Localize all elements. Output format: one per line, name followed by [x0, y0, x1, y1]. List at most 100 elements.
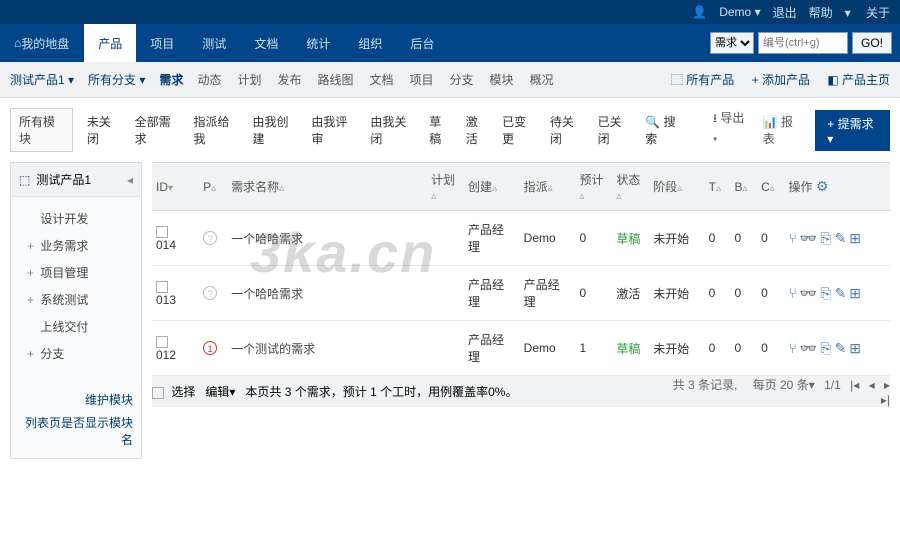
nav-dashboard[interactable]: ⌂ 我的地盘: [0, 24, 84, 62]
row-checkbox[interactable]: [156, 336, 168, 348]
op-split[interactable]: ⊞: [849, 340, 861, 356]
op-copy[interactable]: ⎘: [820, 340, 831, 356]
op-view[interactable]: 👓: [800, 285, 817, 301]
filter-active[interactable]: 激活: [466, 113, 488, 147]
filter-toclose[interactable]: 待关闭: [550, 113, 584, 147]
search-type-select[interactable]: 需求: [710, 32, 754, 54]
tree-item[interactable]: + 系统测试: [11, 286, 141, 313]
select-all-checkbox[interactable]: [152, 387, 164, 399]
logout-link[interactable]: 退出: [773, 4, 797, 21]
col-status[interactable]: 状态▵: [612, 163, 649, 211]
op-edit[interactable]: ✎: [835, 340, 847, 356]
req-name-link[interactable]: 一个哈哈需求: [231, 232, 303, 246]
op-split[interactable]: ⊞: [849, 230, 861, 246]
nav-product[interactable]: 产品: [84, 24, 136, 62]
op-change[interactable]: ⑂: [789, 340, 797, 356]
page-indicator: 1/1: [824, 378, 841, 392]
subnav-overview[interactable]: 概况: [530, 71, 554, 88]
op-copy[interactable]: ⎘: [820, 230, 831, 246]
col-name[interactable]: 需求名称▵: [227, 163, 427, 211]
last-page[interactable]: ▸|: [881, 393, 890, 407]
user-menu[interactable]: 👤Demo ▾: [692, 5, 760, 19]
product-home-link[interactable]: ◧ 产品主页: [827, 73, 890, 87]
filter-all[interactable]: 全部需求: [135, 113, 180, 147]
gear-icon[interactable]: ⚙: [816, 178, 829, 194]
row-checkbox[interactable]: [156, 226, 168, 238]
prev-page[interactable]: ◂: [869, 378, 875, 392]
nav-admin[interactable]: 后台: [396, 24, 448, 62]
row-checkbox[interactable]: [156, 281, 168, 293]
add-requirement-button[interactable]: + 提需求 ▾: [815, 110, 890, 151]
col-estimate[interactable]: 预计▵: [576, 163, 613, 211]
about-link[interactable]: ▾ 关于: [845, 4, 890, 21]
tree-item[interactable]: + 业务需求: [11, 232, 141, 259]
nav-org[interactable]: 组织: [344, 24, 396, 62]
req-name-link[interactable]: 一个哈哈需求: [231, 287, 303, 301]
col-b[interactable]: B▵: [730, 163, 757, 211]
filter-reviewed[interactable]: 由我评审: [311, 113, 356, 147]
add-product-link[interactable]: + 添加产品: [752, 73, 810, 87]
subnav-requirement[interactable]: 需求: [159, 71, 183, 88]
filter-open[interactable]: 未关闭: [87, 113, 121, 147]
search-go-button[interactable]: GO!: [852, 32, 892, 54]
nav-project[interactable]: 项目: [136, 24, 188, 62]
subnav-branch[interactable]: 分支: [450, 71, 474, 88]
filter-draft[interactable]: 草稿: [429, 113, 451, 147]
op-view[interactable]: 👓: [800, 230, 817, 246]
req-name-link[interactable]: 一个测试的需求: [231, 342, 315, 356]
report-button[interactable]: 📊 报表: [763, 113, 802, 147]
sidebar-header[interactable]: ⬚ 测试产品1 ◂: [11, 163, 141, 197]
col-plan[interactable]: 计划▵: [427, 163, 464, 211]
tree-item[interactable]: 设计开发: [11, 205, 141, 232]
first-page[interactable]: |◂: [850, 378, 859, 392]
filter-search[interactable]: 🔍 搜索: [645, 113, 685, 147]
col-creator[interactable]: 创建▵: [464, 163, 520, 211]
product-dropdown[interactable]: 测试产品1 ▾: [10, 71, 74, 88]
nav-doc[interactable]: 文档: [240, 24, 292, 62]
op-copy[interactable]: ⎘: [820, 285, 831, 301]
subnav-module[interactable]: 模块: [490, 71, 514, 88]
op-change[interactable]: ⑂: [789, 285, 797, 301]
cube-icon: ⬚: [19, 173, 30, 187]
batch-edit-link[interactable]: 编辑: [205, 385, 229, 399]
subnav-roadmap[interactable]: 路线图: [317, 71, 353, 88]
tree-item[interactable]: + 项目管理: [11, 259, 141, 286]
filter-closedby[interactable]: 由我关闭: [370, 113, 415, 147]
subnav-activity[interactable]: 动态: [197, 71, 221, 88]
op-view[interactable]: 👓: [800, 340, 817, 356]
nav-stats[interactable]: 统计: [292, 24, 344, 62]
all-modules-button[interactable]: 所有模块: [10, 108, 73, 152]
show-module-name-link[interactable]: 列表页是否显示模块名: [19, 414, 133, 448]
maintain-module-link[interactable]: 维护模块: [19, 391, 133, 408]
search-input[interactable]: [758, 32, 848, 54]
col-assign[interactable]: 指派▵: [520, 163, 576, 211]
subnav-release[interactable]: 发布: [277, 71, 301, 88]
op-edit[interactable]: ✎: [835, 285, 847, 301]
subnav-doc[interactable]: 文档: [370, 71, 394, 88]
branch-dropdown[interactable]: 所有分支 ▾: [88, 71, 145, 88]
perpage-dropdown[interactable]: 每页 20 条▾: [747, 378, 815, 392]
col-t[interactable]: T▵: [705, 163, 731, 211]
subnav-project[interactable]: 项目: [410, 71, 434, 88]
filter-changed[interactable]: 已变更: [502, 113, 536, 147]
summary-text: 本页共 3 个需求，预计 1 个工时，用例覆盖率0%。: [245, 385, 517, 399]
next-page[interactable]: ▸: [884, 378, 890, 392]
op-split[interactable]: ⊞: [849, 285, 861, 301]
collapse-icon[interactable]: ◂: [127, 173, 133, 187]
help-link[interactable]: 帮助: [809, 4, 833, 21]
filter-closed[interactable]: 已关闭: [598, 113, 632, 147]
nav-test[interactable]: 测试: [188, 24, 240, 62]
tree-item[interactable]: + 分支: [11, 340, 141, 367]
col-stage[interactable]: 阶段▵: [649, 163, 704, 211]
export-button[interactable]: ⭳ 导出 ▾: [713, 109, 749, 151]
op-edit[interactable]: ✎: [835, 230, 847, 246]
all-products-link[interactable]: ⬚ 所有产品: [671, 73, 734, 87]
col-priority[interactable]: P▵: [199, 163, 227, 211]
tree-item[interactable]: 上线交付: [11, 313, 141, 340]
op-change[interactable]: ⑂: [789, 230, 797, 246]
filter-created[interactable]: 由我创建: [252, 113, 297, 147]
col-id[interactable]: ID▾: [152, 163, 199, 211]
filter-assigned[interactable]: 指派给我: [194, 113, 239, 147]
subnav-plan[interactable]: 计划: [237, 71, 261, 88]
col-c[interactable]: C▵: [757, 163, 784, 211]
